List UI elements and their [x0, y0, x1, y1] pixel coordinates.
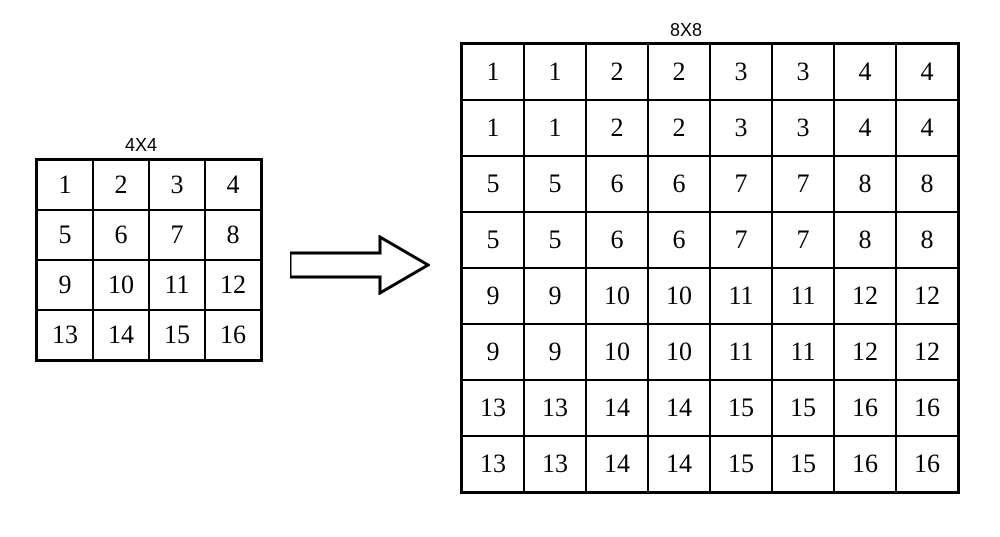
cell: 12: [834, 268, 896, 324]
cell: 4: [834, 44, 896, 100]
cell: 3: [149, 160, 205, 210]
cell: 9: [37, 260, 93, 310]
cell: 3: [710, 44, 772, 100]
cell: 4: [896, 100, 958, 156]
cell: 7: [710, 212, 772, 268]
cell: 6: [93, 210, 149, 260]
cell: 5: [37, 210, 93, 260]
cell: 11: [772, 268, 834, 324]
cell: 1: [37, 160, 93, 210]
cell: 12: [896, 268, 958, 324]
grid-8x8: 1 1 2 2 3 3 4 4 1 1 2 2 3 3 4 4 5 5 6 6 …: [460, 42, 960, 494]
cell: 2: [648, 100, 710, 156]
cell: 14: [586, 436, 648, 492]
cell: 11: [149, 260, 205, 310]
cell: 2: [93, 160, 149, 210]
cell: 9: [524, 268, 586, 324]
cell: 14: [648, 380, 710, 436]
cell: 7: [149, 210, 205, 260]
cell: 7: [772, 156, 834, 212]
cell: 1: [524, 100, 586, 156]
cell: 12: [896, 324, 958, 380]
cell: 3: [772, 44, 834, 100]
cell: 3: [710, 100, 772, 156]
cell: 14: [93, 310, 149, 360]
cell: 15: [710, 436, 772, 492]
cell: 5: [462, 156, 524, 212]
cell: 16: [896, 380, 958, 436]
cell: 7: [772, 212, 834, 268]
cell: 13: [462, 380, 524, 436]
cell: 8: [834, 212, 896, 268]
cell: 10: [586, 268, 648, 324]
cell: 15: [710, 380, 772, 436]
cell: 2: [586, 44, 648, 100]
cell: 5: [524, 156, 586, 212]
grid-4x4-label: 4X4: [125, 135, 157, 156]
diagram-container: 4X4 8X8 1 2 3 4 5 6 7 8 9 10 11 12 13 14…: [0, 0, 1000, 537]
cell: 1: [524, 44, 586, 100]
cell: 6: [586, 156, 648, 212]
cell: 4: [205, 160, 261, 210]
cell: 12: [834, 324, 896, 380]
grid-4x4: 1 2 3 4 5 6 7 8 9 10 11 12 13 14 15 16: [35, 158, 263, 362]
cell: 4: [834, 100, 896, 156]
cell: 13: [37, 310, 93, 360]
cell: 7: [710, 156, 772, 212]
cell: 2: [648, 44, 710, 100]
cell: 1: [462, 44, 524, 100]
cell: 1: [462, 100, 524, 156]
cell: 10: [648, 268, 710, 324]
cell: 8: [834, 156, 896, 212]
cell: 2: [586, 100, 648, 156]
cell: 10: [586, 324, 648, 380]
arrow-icon: [290, 235, 430, 295]
cell: 5: [462, 212, 524, 268]
cell: 8: [205, 210, 261, 260]
cell: 9: [524, 324, 586, 380]
cell: 9: [462, 324, 524, 380]
cell: 6: [586, 212, 648, 268]
cell: 16: [896, 436, 958, 492]
cell: 10: [93, 260, 149, 310]
cell: 15: [772, 380, 834, 436]
cell: 10: [648, 324, 710, 380]
cell: 14: [648, 436, 710, 492]
cell: 11: [710, 324, 772, 380]
cell: 16: [205, 310, 261, 360]
cell: 3: [772, 100, 834, 156]
cell: 8: [896, 212, 958, 268]
cell: 5: [524, 212, 586, 268]
grid-8x8-label: 8X8: [670, 20, 702, 41]
cell: 16: [834, 380, 896, 436]
cell: 13: [524, 380, 586, 436]
cell: 15: [149, 310, 205, 360]
cell: 14: [586, 380, 648, 436]
cell: 8: [896, 156, 958, 212]
cell: 6: [648, 156, 710, 212]
cell: 9: [462, 268, 524, 324]
cell: 13: [524, 436, 586, 492]
cell: 13: [462, 436, 524, 492]
cell: 4: [896, 44, 958, 100]
cell: 11: [710, 268, 772, 324]
cell: 12: [205, 260, 261, 310]
cell: 16: [834, 436, 896, 492]
cell: 6: [648, 212, 710, 268]
cell: 15: [772, 436, 834, 492]
cell: 11: [772, 324, 834, 380]
